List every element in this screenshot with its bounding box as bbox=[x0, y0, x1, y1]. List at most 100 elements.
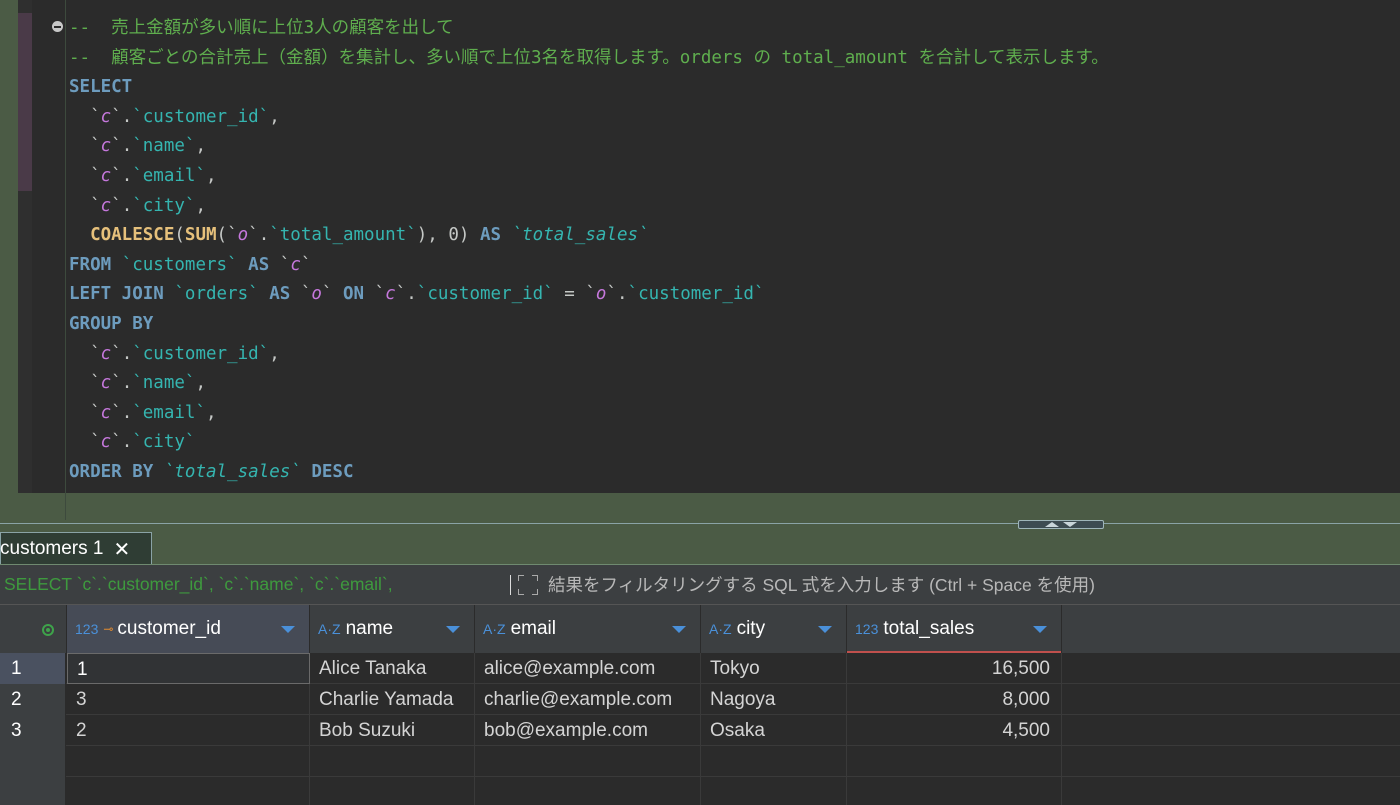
select-all-icon[interactable] bbox=[42, 624, 54, 636]
code-token: -- 顧客ごとの合計売上（金額）を集計し、多い順で上位3名を取得します。orde… bbox=[69, 47, 1109, 68]
column-header-customer-id[interactable]: 123 ⊸ customer_id bbox=[67, 605, 310, 653]
cell-customer-id[interactable]: 1 bbox=[67, 653, 310, 684]
column-header-email[interactable]: A·Z email bbox=[475, 605, 701, 653]
code-token: `. bbox=[111, 373, 133, 394]
code-token: `. bbox=[111, 165, 133, 186]
sort-dropdown-icon[interactable] bbox=[281, 625, 295, 633]
close-icon[interactable]: ✕ bbox=[113, 537, 130, 562]
code-line[interactable]: `c`.`email`, bbox=[69, 162, 1109, 192]
editor-pane[interactable]: -- 売上金額が多い順に上位3人の顧客を出して -- 顧客ごとの合計売上（金額）を… bbox=[18, 0, 1400, 520]
code-line[interactable]: -- 売上金額が多い順に上位3人の顧客を出して bbox=[69, 14, 1109, 44]
sql-editor[interactable]: -- 売上金額が多い順に上位3人の顧客を出して -- 顧客ごとの合計売上（金額）を… bbox=[0, 0, 1400, 520]
cell-name[interactable]: Bob Suzuki bbox=[310, 715, 475, 746]
text-caret bbox=[510, 574, 511, 595]
code-token: AS bbox=[248, 254, 270, 275]
cell-email[interactable]: charlie@example.com bbox=[475, 684, 701, 715]
splitter-toggle-button[interactable] bbox=[1018, 520, 1104, 529]
table-row[interactable]: 1 1 Alice Tanaka alice@example.com Tokyo… bbox=[0, 653, 1400, 684]
code-line[interactable]: -- 顧客ごとの合計売上（金額）を集計し、多い順で上位3名を取得します。orde… bbox=[69, 44, 1109, 74]
code-token: -- 売上金額が多い順に上位3人の顧客を出して bbox=[69, 18, 454, 38]
tab-label: customers 1 bbox=[0, 538, 104, 559]
row-number[interactable]: 1 bbox=[0, 653, 66, 684]
code-line[interactable]: `c`.`city`, bbox=[69, 192, 1109, 222]
sort-dropdown-icon[interactable] bbox=[1033, 625, 1047, 633]
code-line[interactable]: `c`.`email`, bbox=[69, 399, 1109, 429]
cell-email[interactable]: alice@example.com bbox=[475, 653, 701, 684]
code-token: `customer_id` bbox=[132, 106, 270, 127]
code-token: c bbox=[100, 373, 112, 394]
code-guide-line bbox=[65, 0, 66, 520]
tab-customers-1[interactable]: customers 1 ✕ bbox=[0, 532, 152, 565]
empty-cell bbox=[701, 746, 847, 777]
code-line[interactable]: `c`.`customer_id`, bbox=[69, 340, 1109, 370]
code-token: o bbox=[311, 284, 322, 305]
code-token: `. bbox=[111, 195, 133, 216]
cell-total-sales[interactable]: 16,500 bbox=[847, 653, 1062, 684]
filter-input[interactable]: SELECT `c`.`customer_id`, `c`.`name`, `c… bbox=[0, 574, 508, 595]
panel-splitter[interactable] bbox=[0, 520, 1400, 530]
code-token: , bbox=[195, 373, 206, 394]
fold-collapse-icon[interactable] bbox=[52, 21, 63, 32]
cell-total-sales[interactable]: 4,500 bbox=[847, 715, 1062, 746]
sort-dropdown-icon[interactable] bbox=[672, 625, 686, 633]
code-token: , bbox=[269, 106, 280, 127]
code-token: `total_sales` bbox=[163, 461, 301, 482]
cell-name[interactable]: Alice Tanaka bbox=[310, 653, 475, 684]
code-token: `. bbox=[606, 284, 628, 305]
code-token: `. bbox=[248, 225, 270, 246]
row-number bbox=[0, 777, 66, 805]
cell-email[interactable]: bob@example.com bbox=[475, 715, 701, 746]
cell-customer-id[interactable]: 2 bbox=[67, 715, 310, 746]
code-token: `. bbox=[111, 432, 133, 453]
table-row[interactable]: 2 3 Charlie Yamada charlie@example.com N… bbox=[0, 684, 1400, 715]
result-grid[interactable]: 123 ⊸ customer_id A·Z name A·Z email A·Z… bbox=[0, 605, 1400, 805]
code-token: `. bbox=[111, 106, 133, 127]
cell-city[interactable]: Osaka bbox=[701, 715, 847, 746]
code-token: , bbox=[269, 343, 280, 364]
code-line[interactable]: LEFT JOIN `orders` AS `o` ON `c`.`custom… bbox=[69, 280, 1109, 310]
sort-dropdown-icon[interactable] bbox=[818, 625, 832, 633]
empty-cell bbox=[475, 777, 701, 805]
code-line[interactable]: `c`.`customer_id`, bbox=[69, 103, 1109, 133]
cell-name[interactable]: Charlie Yamada bbox=[310, 684, 475, 715]
sql-code[interactable]: -- 売上金額が多い順に上位3人の顧客を出して -- 顧客ごとの合計売上（金額）を… bbox=[69, 14, 1109, 488]
row-number[interactable]: 3 bbox=[0, 715, 66, 746]
row-header-corner[interactable] bbox=[0, 605, 67, 653]
code-line[interactable]: ORDER BY `total_sales` DESC bbox=[69, 458, 1109, 488]
column-header-total-sales[interactable]: 123 total_sales bbox=[847, 605, 1062, 653]
empty-cell bbox=[67, 777, 310, 805]
code-line[interactable]: GROUP BY bbox=[69, 310, 1109, 340]
code-line[interactable]: COALESCE(SUM(`o`.`total_amount`), 0) AS … bbox=[69, 221, 1109, 251]
code-token: ), 0) bbox=[416, 225, 480, 246]
sort-dropdown-icon[interactable] bbox=[446, 625, 460, 633]
code-token: ` bbox=[69, 195, 101, 216]
cell-city[interactable]: Tokyo bbox=[701, 653, 847, 684]
empty-cell bbox=[310, 777, 475, 805]
maximize-up-icon[interactable] bbox=[1045, 522, 1059, 527]
result-tab-strip: customers 1 ✕ bbox=[0, 530, 1400, 565]
column-header-city[interactable]: A·Z city bbox=[701, 605, 847, 653]
row-number[interactable]: 2 bbox=[0, 684, 66, 715]
code-line[interactable]: FROM `customers` AS `c` bbox=[69, 251, 1109, 281]
empty-cell bbox=[701, 777, 847, 805]
column-header-name[interactable]: A·Z name bbox=[310, 605, 475, 653]
expand-icon[interactable] bbox=[517, 574, 539, 596]
code-token: , bbox=[206, 402, 217, 423]
code-line[interactable]: `c`.`name`, bbox=[69, 132, 1109, 162]
code-line[interactable]: `c`.`city` bbox=[69, 428, 1109, 458]
row-number bbox=[0, 746, 66, 777]
cell-customer-id[interactable]: 3 bbox=[67, 684, 310, 715]
code-token: `. bbox=[111, 343, 133, 364]
cell-total-sales[interactable]: 8,000 bbox=[847, 684, 1062, 715]
code-token: ` bbox=[69, 343, 101, 364]
code-line[interactable]: `c`.`name`, bbox=[69, 369, 1109, 399]
code-token: c bbox=[100, 136, 112, 157]
restore-down-icon[interactable] bbox=[1063, 522, 1077, 527]
code-line[interactable]: SELECT bbox=[69, 73, 1109, 103]
code-token: o bbox=[237, 225, 249, 246]
cell-city[interactable]: Nagoya bbox=[701, 684, 847, 715]
table-row[interactable]: 3 2 Bob Suzuki bob@example.com Osaka 4,5… bbox=[0, 715, 1400, 746]
